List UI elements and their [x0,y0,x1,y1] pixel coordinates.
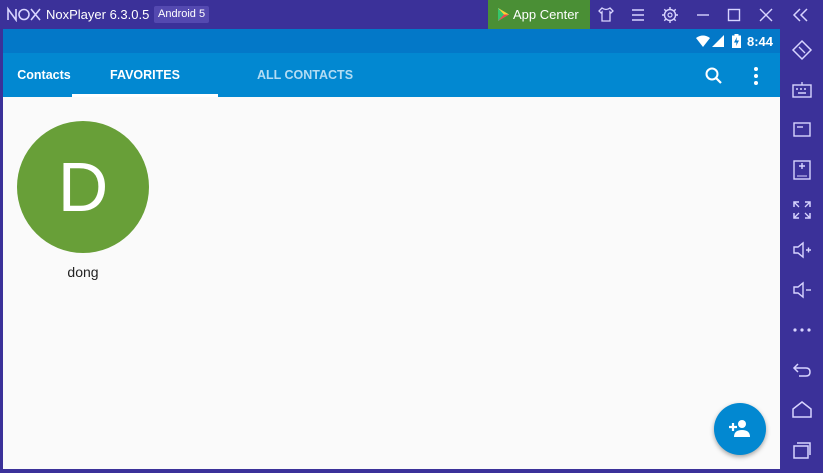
minimize-icon[interactable] [692,4,714,26]
recent-apps-icon[interactable] [791,439,813,461]
tab-favorites[interactable]: FAVORITES [72,53,218,97]
fullscreen-icon[interactable] [791,199,813,221]
collapse-sidebar-icon[interactable] [790,4,812,26]
volume-up-icon[interactable] [791,239,813,261]
app-name: NoxPlayer 6.3.0.5 [46,7,150,22]
volume-down-icon[interactable] [791,279,813,301]
emulator-sidebar [780,29,823,473]
app-bar: Contacts FAVORITES ALL CONTACTS [3,53,780,97]
cell-signal-icon [712,35,724,47]
more-vert-icon[interactable] [745,65,767,87]
shirt-icon[interactable] [595,4,617,26]
app-center-button[interactable]: App Center [488,0,590,29]
more-icon[interactable] [791,319,813,341]
maximize-icon[interactable] [723,4,745,26]
install-apk-icon[interactable] [791,159,813,181]
android-version-badge: Android 5 [154,6,210,23]
add-contact-icon [729,420,750,437]
settings-gear-icon[interactable] [659,4,681,26]
back-icon[interactable] [791,359,813,381]
status-time: 8:44 [746,34,773,49]
contact-name: dong [67,264,99,280]
battery-charging-icon [732,34,741,48]
add-contact-button[interactable] [714,403,766,455]
android-screen: 8:44 Contacts FAVORITES ALL CONTACTS D d… [3,29,780,469]
tab-all-contacts[interactable]: ALL CONTACTS [218,53,392,97]
window-bottom-border [0,469,780,473]
keyboard-icon[interactable] [791,79,813,101]
search-icon[interactable] [703,65,725,87]
screen-icon[interactable] [791,119,813,141]
close-icon[interactable] [755,4,777,26]
tab-selected-indicator [72,94,218,97]
home-icon[interactable] [791,399,813,421]
avatar: D [17,121,149,253]
menu-icon[interactable] [627,4,649,26]
rotate-icon[interactable] [791,39,813,61]
app-center-label: App Center [513,7,579,22]
nox-logo-icon [7,6,41,22]
play-store-icon [498,8,509,21]
window-titlebar: NoxPlayer 6.3.0.5 Android 5 App Center [0,0,823,29]
wifi-icon [696,35,710,47]
app-title: Contacts [17,68,71,82]
status-bar: 8:44 [3,29,780,53]
favorite-contact-card[interactable]: D dong [17,121,149,280]
